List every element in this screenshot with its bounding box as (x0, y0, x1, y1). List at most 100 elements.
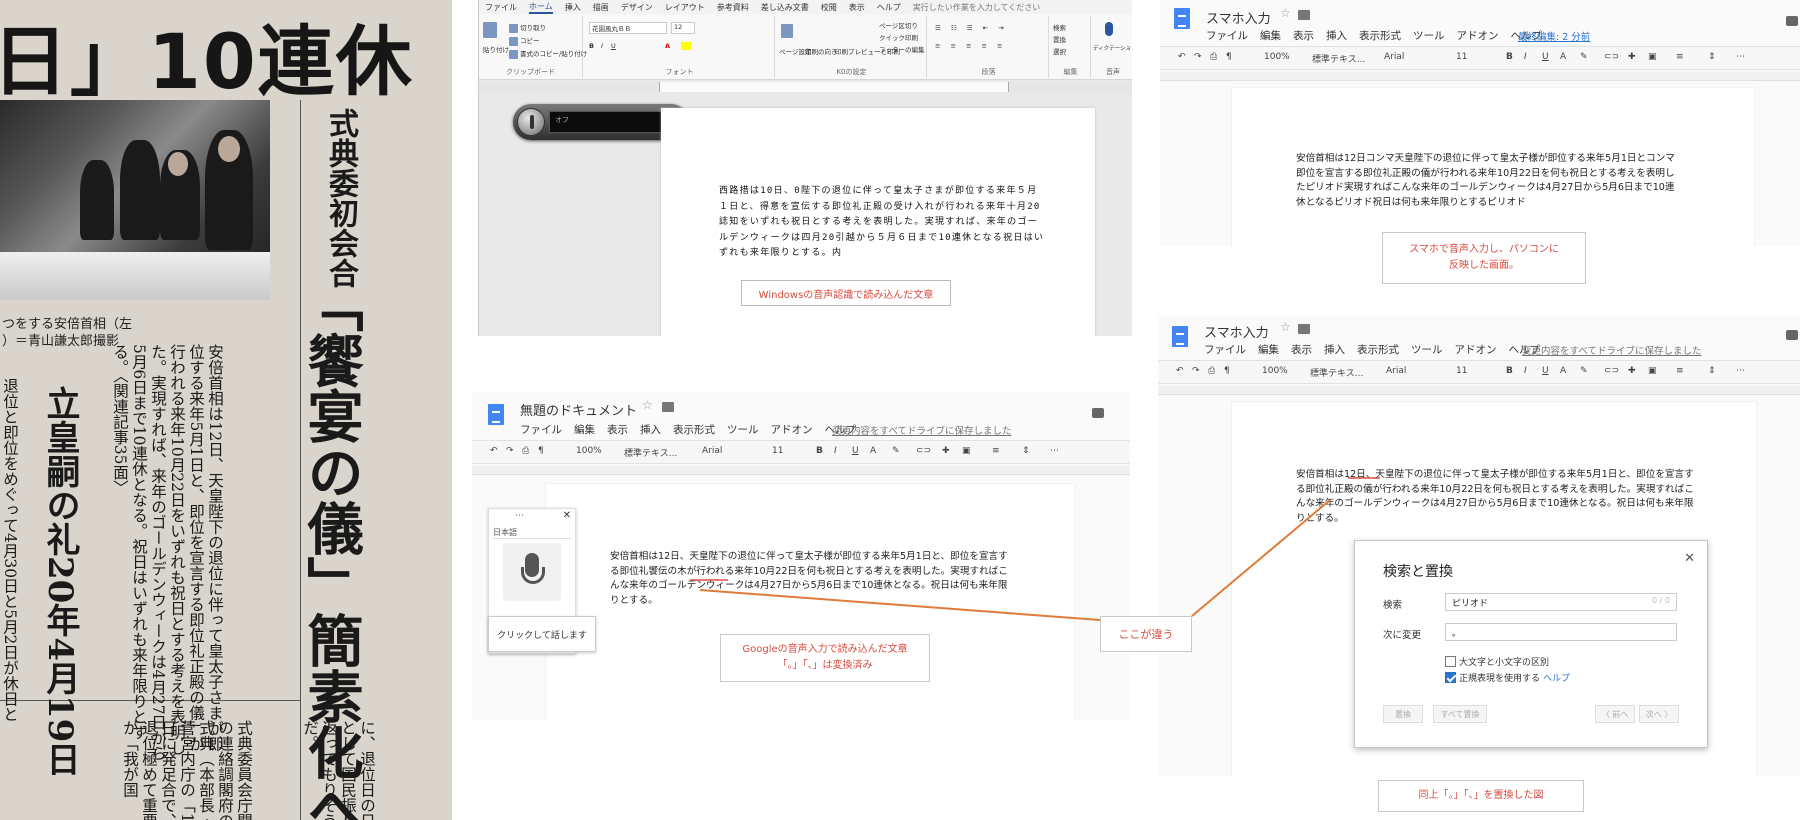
menu-view[interactable]: 表示 (849, 2, 865, 13)
align-icon[interactable]: ≡ (992, 446, 1000, 456)
menu-format[interactable]: 表示形式 (1357, 342, 1399, 357)
gdoc-document-text[interactable]: 安倍首相は12日、天皇陛下の退位に伴って皇太子様が即位する来年5月1日と、即位を… (610, 550, 1014, 608)
menu-help[interactable]: ヘルプ (877, 2, 901, 13)
more-options-icon[interactable]: ⋯ (515, 511, 524, 521)
font-name-select[interactable]: 花園風丸ＢＢ (589, 22, 667, 34)
gdoc-document-text[interactable]: 安倍首相は12日、天皇陛下の退位に伴って皇太子様が即位する来年5月1日と、即位を… (1296, 468, 1700, 526)
comment-icon[interactable] (1092, 408, 1104, 418)
replace-input[interactable]: 。 (1445, 623, 1677, 641)
redo-icon[interactable]: ↷ (506, 446, 514, 456)
page-break-button[interactable]: ページ区切り (879, 20, 918, 30)
comment-add-icon[interactable]: ✚ (942, 446, 950, 456)
next-button[interactable]: 次へ 〉 (1639, 705, 1679, 723)
tell-me-search[interactable]: 実行したい作業を入力してください (913, 2, 1041, 13)
microphone-icon[interactable] (517, 108, 545, 136)
star-icon[interactable]: ☆ (1280, 320, 1291, 334)
font-select[interactable]: Arial (1384, 52, 1404, 62)
bold-button[interactable]: B (1506, 52, 1513, 62)
menu-home[interactable]: ホーム (529, 1, 553, 14)
font-select[interactable]: Arial (702, 446, 722, 456)
underline-button[interactable]: U (852, 446, 859, 456)
italic-button[interactable]: I (601, 42, 603, 50)
image-icon[interactable]: ▣ (1648, 52, 1657, 62)
line-spacing-icon[interactable]: ⇕ (1708, 52, 1716, 62)
page-settings-button[interactable] (781, 24, 795, 38)
menu-file[interactable]: ファイル (485, 2, 517, 13)
menu-edit[interactable]: 編集 (574, 422, 595, 437)
use-regex-checkbox[interactable]: 正規表現を使用する ヘルプ (1445, 671, 1570, 684)
document-title[interactable]: スマホ入力 (1206, 8, 1271, 27)
font-select[interactable]: Arial (1386, 366, 1406, 376)
folder-icon[interactable] (1298, 10, 1310, 20)
menu-review[interactable]: 校閲 (821, 2, 837, 13)
menu-insert[interactable]: 挿入 (1326, 28, 1347, 43)
menu-design[interactable]: デザイン (621, 2, 653, 13)
menu-view[interactable]: 表示 (1291, 342, 1312, 357)
underline-button[interactable]: U (1542, 52, 1549, 62)
zoom-select[interactable]: 100% (1264, 52, 1290, 62)
menu-insert[interactable]: 挿入 (565, 2, 581, 13)
image-icon[interactable]: ▣ (962, 446, 971, 456)
close-icon[interactable]: ✕ (563, 510, 571, 521)
highlight-icon[interactable]: ✎ (892, 446, 900, 456)
menu-tools[interactable]: ツール (1411, 342, 1443, 357)
document-title[interactable]: 無題のドキュメント (520, 400, 637, 419)
docs-icon[interactable] (1172, 326, 1188, 347)
menu-mailings[interactable]: 差し込み文書 (761, 2, 809, 13)
menu-edit[interactable]: 編集 (1258, 342, 1279, 357)
menu-format[interactable]: 表示形式 (1359, 28, 1401, 43)
italic-button[interactable]: I (1524, 52, 1527, 62)
menu-file[interactable]: ファイル (1204, 342, 1246, 357)
menu-file[interactable]: ファイル (520, 422, 562, 437)
zoom-select[interactable]: 100% (1262, 366, 1288, 376)
font-color-button[interactable]: A (665, 42, 670, 50)
docs-icon[interactable] (1174, 8, 1190, 29)
save-status[interactable]: 変更内容をすべてドライブに保存しました (1522, 343, 1701, 357)
undo-icon[interactable]: ↶ (1178, 52, 1186, 62)
menu-addons[interactable]: アドオン (1455, 342, 1497, 357)
underline-button[interactable]: U (611, 42, 616, 50)
menu-view[interactable]: 表示 (607, 422, 628, 437)
comment-icon[interactable] (1786, 16, 1798, 26)
paint-format-icon[interactable]: ¶ (1224, 366, 1230, 376)
footer-edit-button[interactable]: フッターの編集 (879, 44, 925, 54)
format-painter-button[interactable]: 書式のコピー/貼り付け (509, 48, 587, 59)
image-icon[interactable]: ▣ (1648, 366, 1657, 376)
menu-edit[interactable]: 編集 (1260, 28, 1281, 43)
menu-addons[interactable]: アドオン (1457, 28, 1499, 43)
italic-button[interactable]: I (834, 446, 837, 456)
align-buttons[interactable]: ≡ ≡ ≡ ≡ ≡ (935, 42, 1007, 50)
list-buttons[interactable]: ☰ ☷ ☰ ⇤ ⇥ (935, 24, 1008, 32)
align-icon[interactable]: ≡ (1676, 52, 1684, 62)
match-case-checkbox[interactable]: 大文字と小文字の区別 (1445, 655, 1549, 668)
highlight-icon[interactable]: ✎ (1580, 52, 1588, 62)
bold-button[interactable]: B (589, 42, 594, 50)
quick-print-button[interactable]: クイック印刷 (879, 32, 918, 42)
menu-references[interactable]: 参考資料 (717, 2, 749, 13)
font-size-select[interactable]: 11 (772, 446, 783, 456)
folder-icon[interactable] (1298, 324, 1310, 334)
dictation-button[interactable] (1105, 22, 1115, 36)
text-color-button[interactable]: A (1560, 366, 1566, 376)
menu-tools[interactable]: ツール (1413, 28, 1445, 43)
italic-button[interactable]: I (1524, 366, 1527, 376)
undo-icon[interactable]: ↶ (490, 446, 498, 456)
find-button[interactable]: 検索 (1053, 22, 1066, 32)
text-color-button[interactable]: A (870, 446, 876, 456)
word-document-text[interactable]: 西路措は10日、0陛下の退位に伴って皇太子さまが即位する来年５月１日と、得意を宣… (719, 184, 1045, 262)
line-spacing-icon[interactable]: ⇕ (1708, 366, 1716, 376)
align-icon[interactable]: ≡ (1676, 366, 1684, 376)
text-color-button[interactable]: A (1560, 52, 1566, 62)
replace-button[interactable]: 置換 (1383, 705, 1423, 723)
microphone-icon[interactable] (503, 543, 561, 601)
save-status[interactable]: 最終編集: 2 分前 (1518, 29, 1590, 43)
menu-addons[interactable]: アドオン (771, 422, 813, 437)
cut-button[interactable]: 切り取り (509, 22, 546, 33)
language-select[interactable]: 日本語 (493, 527, 571, 539)
print-direction-label[interactable]: 印刷の向き (805, 46, 838, 56)
bold-button[interactable]: B (816, 446, 823, 456)
find-input[interactable]: ピリオド 0 / 0 (1445, 593, 1677, 611)
docs-icon[interactable] (488, 404, 504, 425)
menu-file[interactable]: ファイル (1206, 28, 1248, 43)
menu-tools[interactable]: ツール (727, 422, 759, 437)
